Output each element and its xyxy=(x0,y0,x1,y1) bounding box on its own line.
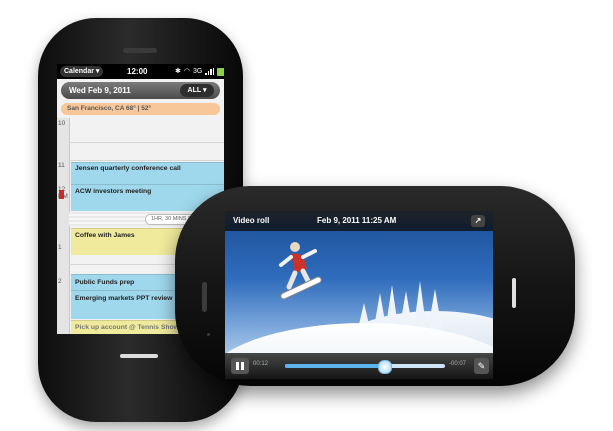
status-bar: Calendar ▾ 12:00 ✱ ◠ 3G xyxy=(57,64,224,79)
status-clock: 12:00 xyxy=(127,67,148,76)
bluetooth-icon: ✱ xyxy=(175,68,181,75)
video-phone: Video roll Feb 9, 2011 11:25 AM ↗ 00:12 … xyxy=(175,186,575,386)
status-icons: ✱ ◠ 3G xyxy=(175,67,224,76)
hour-label: 11 xyxy=(58,162,65,169)
event-item[interactable]: Jensen quarterly conference call xyxy=(71,162,224,185)
current-time-marker xyxy=(59,190,64,199)
scrubber-knob[interactable] xyxy=(378,360,393,374)
battery-icon xyxy=(217,67,224,76)
snowboarder-figure xyxy=(279,242,322,300)
pause-button[interactable] xyxy=(231,358,249,374)
signal-icon xyxy=(205,68,215,75)
wifi-icon: ◠ xyxy=(183,68,190,75)
weather-banner: San Francisco, CA 68° | 52° xyxy=(61,103,220,115)
playback-controls: 00:12 -00:07 ✎ xyxy=(225,353,493,379)
calendar-filter-button[interactable]: ALL ▾ xyxy=(180,84,214,97)
gesture-light xyxy=(120,354,158,358)
calendar-date: Wed Feb 9, 2011 xyxy=(69,86,131,95)
video-title: Video roll xyxy=(233,216,270,225)
calendar-header: Wed Feb 9, 2011 ALL ▾ xyxy=(61,82,220,99)
hour-label: 10 xyxy=(58,120,66,127)
share-button[interactable]: ↗ xyxy=(471,215,485,227)
scrubber-progress xyxy=(285,364,385,368)
3g-icon: 3G xyxy=(192,68,203,75)
grid-line xyxy=(69,160,224,161)
edit-button[interactable]: ✎ xyxy=(474,358,489,374)
pencil-icon: ✎ xyxy=(477,361,486,371)
remaining-time: -00:07 xyxy=(449,361,467,367)
sensor-dot xyxy=(207,333,210,336)
gesture-light xyxy=(512,278,516,308)
scrubber-track[interactable] xyxy=(285,360,445,374)
app-menu-button[interactable]: Calendar ▾ xyxy=(60,66,104,77)
snow-tree xyxy=(428,289,442,329)
video-title-bar: Video roll Feb 9, 2011 11:25 AM ↗ xyxy=(225,211,493,231)
earpiece-speaker xyxy=(202,282,207,312)
hour-gutter: 10 11 12 PM 1 2 3 xyxy=(57,118,70,334)
earpiece-speaker xyxy=(123,48,157,53)
video-screen: Video roll Feb 9, 2011 11:25 AM ↗ 00:12 … xyxy=(225,211,493,379)
elapsed-time: 00:12 xyxy=(253,361,269,367)
hour-label: 1 xyxy=(58,244,62,251)
hour-label: 2 xyxy=(58,278,62,285)
grid-line xyxy=(69,142,224,143)
video-timestamp: Feb 9, 2011 11:25 AM xyxy=(317,216,397,225)
share-icon: ↗ xyxy=(474,216,482,225)
